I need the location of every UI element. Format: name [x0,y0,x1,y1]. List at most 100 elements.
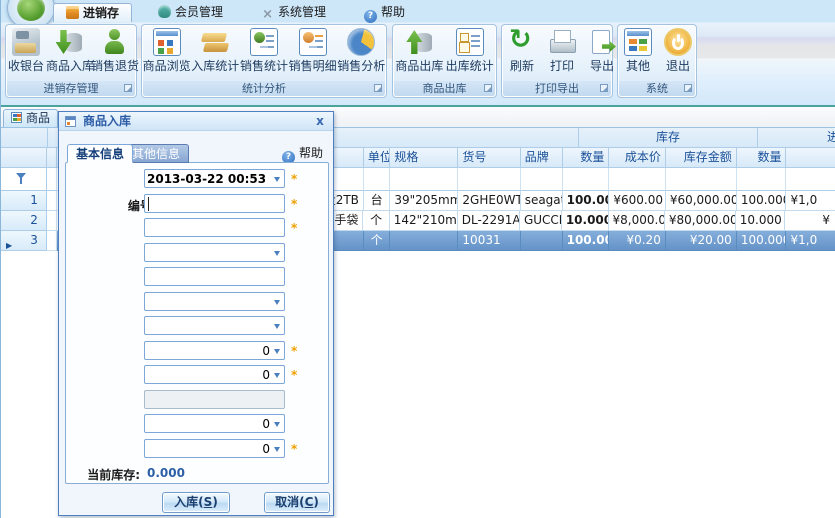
chevron-down-icon[interactable] [274,349,280,357]
stock-out-button[interactable]: 商品出库 [395,26,443,74]
ribbon-group-print-export: 刷新 打印 导出 打印导出 [501,24,613,98]
col-header-qty[interactable]: 数量 [563,148,610,168]
dialog-title-bar[interactable]: 商品入库 x [59,112,333,131]
chevron-down-icon[interactable] [274,373,280,381]
sales-stats-button[interactable]: 销售统计 [240,26,288,74]
row-number: 2 [1,211,47,231]
button-label: 其他 [618,57,658,74]
cell-cost: ¥600.00 [609,191,665,211]
purchase-price-input[interactable] [144,341,285,360]
button-label: 导出 [582,57,622,74]
category-select[interactable] [144,316,285,335]
filter-funnel-icon[interactable] [16,173,26,185]
refresh-button[interactable]: 刷新 [502,26,542,74]
chevron-down-icon[interactable] [274,447,280,455]
col-header-cost[interactable]: 成本价 [609,148,665,168]
group-label: 进销存管理 [44,82,99,95]
barcode-input[interactable] [144,194,285,213]
chevron-down-icon[interactable] [274,300,280,308]
col-header-amount[interactable]: 库存金额 [666,148,737,168]
sales-analysis-icon [347,28,375,56]
filter-cell[interactable] [458,168,520,191]
cancel-button[interactable]: 取消(C) [264,492,330,513]
chevron-down-icon[interactable] [274,422,280,430]
cell-sku: DL-2291A [458,211,520,231]
chevron-down-icon[interactable] [274,251,280,259]
cell-spec [390,231,458,251]
retail-price-input[interactable] [144,365,285,384]
export-button[interactable]: 导出 [582,26,622,74]
col-header-qty2[interactable]: 数量 [737,148,787,168]
cell-cost: ¥0.20 [609,231,665,251]
col-header-unit[interactable]: 单位 [364,148,390,168]
unit-select[interactable] [144,243,285,262]
filter-cell[interactable] [521,168,563,191]
col-header-spec[interactable]: 规格 [390,148,458,168]
date-input[interactable] [144,169,285,188]
filter-cell[interactable] [390,168,458,191]
col-header-sku[interactable]: 货号 [458,148,520,168]
sales-return-icon [100,28,128,56]
cashier-button[interactable]: 收银台 [6,26,46,74]
stock-in-icon [55,28,83,56]
field-row-quantity: 数量: * [59,439,335,459]
cell-amount: ¥80,000.00 [665,211,736,231]
filter-cell[interactable] [666,168,737,191]
ribbon-tab-members[interactable]: 会员管理 [146,3,235,22]
button-label: 销售退货 [91,57,136,74]
filter-cell[interactable] [737,168,787,191]
cell-qty2: 100.000 [737,191,787,211]
filter-row-header [1,168,47,191]
stock-in-dialog: 商品入库 x 其他信息 基本信息 ?帮助 日期: * 编号/条形码: * 品名:… [58,111,334,516]
ribbon-tab-help[interactable]: ?帮助 [352,3,417,22]
ribbon-tab-inventory[interactable]: 进销存 [53,3,132,22]
chevron-down-icon[interactable] [274,324,280,332]
filter-cell[interactable] [563,168,610,191]
sales-return-button[interactable]: 销售退货 [91,26,136,74]
button-label: 销售统计 [240,57,288,74]
dialog-launcher-icon[interactable] [684,84,692,92]
current-stock-row: 当前库存: 0.000 [59,463,335,483]
product-browse-button[interactable]: 商品浏览 [143,26,191,74]
sales-detail-icon [299,28,327,56]
ribbon-group-system: 其他 退出 系统 [617,24,697,98]
current-stock-value: 0.000 [147,466,185,480]
button-label: 退出 [658,57,698,74]
sku-input[interactable] [144,267,285,286]
quantity-input[interactable] [144,439,285,458]
filter-cell[interactable] [609,168,665,191]
print-button[interactable]: 打印 [542,26,582,74]
spec-select[interactable] [144,292,285,311]
product-name-input[interactable] [144,218,285,237]
col-header-brand[interactable]: 品牌 [521,148,563,168]
group-label: 系统 [646,82,668,95]
required-marker: * [291,368,297,382]
exit-button[interactable]: 退出 [658,26,698,74]
field-row-product-name: 品名: * [59,218,335,238]
stockout-stats-button[interactable]: 出库统计 [446,26,494,74]
cell-brand: seagate [521,191,563,211]
document-tab-products[interactable]: 商品 [3,109,58,127]
refresh-icon [508,28,536,56]
tab-basic-info[interactable]: 基本信息 [67,144,133,163]
group-label: 商品出库 [423,82,467,95]
dialog-launcher-icon[interactable] [484,84,492,92]
stock-in-submit-button[interactable]: 入库(S) [162,492,230,513]
member-price-input[interactable] [144,414,285,433]
dialog-launcher-icon[interactable] [374,84,382,92]
required-marker: * [291,172,297,186]
close-icon[interactable]: x [313,113,327,129]
stockin-stats-button[interactable]: 入库统计 [191,26,239,74]
filter-cell[interactable] [364,168,390,191]
ribbon-tab-system[interactable]: ×系统管理 [249,3,338,22]
sales-detail-button[interactable]: 销售明细 [289,26,337,74]
dialog-launcher-icon[interactable] [600,84,608,92]
stock-in-button[interactable]: 商品入库 [46,26,91,74]
profit-rate-input [144,390,285,409]
stock-out-icon [405,28,433,56]
button-label: 刷新 [502,57,542,74]
cell-sku: 10031 [458,231,520,251]
dialog-launcher-icon[interactable] [124,84,132,92]
chevron-down-icon[interactable] [274,177,280,185]
inventory-icon [66,6,79,19]
